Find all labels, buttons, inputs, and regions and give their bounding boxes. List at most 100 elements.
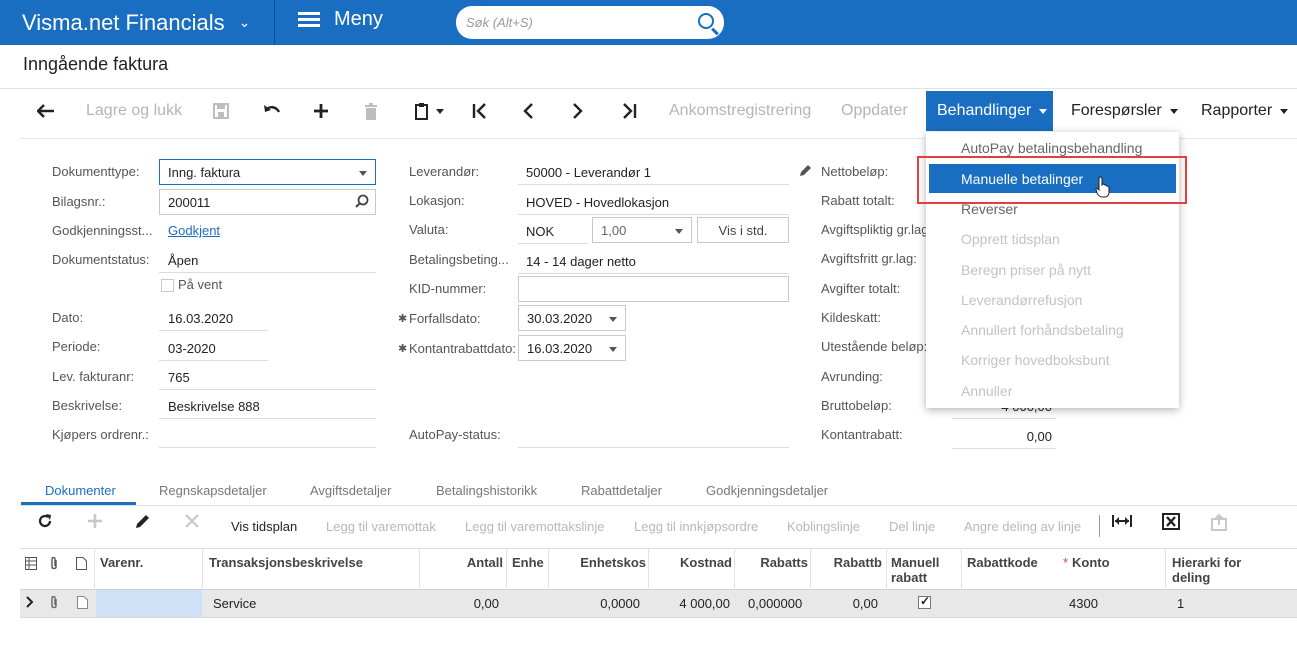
due-date-field[interactable]: 30.03.2020 xyxy=(518,305,626,331)
app-switcher[interactable]: Visma.net Financials ⌄ xyxy=(0,0,275,45)
voucher-field[interactable]: 200011 xyxy=(159,189,376,215)
edit-icon[interactable] xyxy=(799,164,812,180)
add-receipt-button[interactable]: Legg til varemottak xyxy=(326,519,436,534)
undo-split-button[interactable]: Angre deling av linje xyxy=(964,519,1081,534)
hierarchy-cell[interactable]: 1 xyxy=(1177,596,1184,611)
date-value[interactable]: 16.03.2020 xyxy=(168,311,233,326)
column-separator xyxy=(506,549,507,591)
currency-value[interactable]: NOK xyxy=(526,224,554,239)
upload-icon[interactable] xyxy=(1210,513,1228,537)
unit-cost-cell[interactable]: 0,0000 xyxy=(546,596,640,611)
col-hierarchy[interactable]: Hierarki for deling xyxy=(1172,555,1252,585)
description-value[interactable]: Beskrivelse 888 xyxy=(168,399,260,414)
due-date-label: Forfallsdato: xyxy=(409,311,481,326)
col-discount-pct[interactable]: Rabatts xyxy=(738,555,808,570)
first-record-icon[interactable] xyxy=(472,89,488,133)
menu-label: Meny xyxy=(334,8,383,30)
col-discount-amount[interactable]: Rabattb xyxy=(814,555,882,570)
fit-columns-icon[interactable] xyxy=(1112,513,1132,535)
copy-paste-icon[interactable] xyxy=(414,89,444,133)
chevron-down-icon xyxy=(609,317,617,322)
rate-select[interactable]: 1,00 xyxy=(592,217,692,243)
col-account[interactable]: Konto xyxy=(1072,555,1110,570)
export-excel-icon[interactable] xyxy=(1162,513,1180,536)
delete-row-icon[interactable] xyxy=(184,513,200,535)
back-icon[interactable] xyxy=(37,89,55,133)
required-marker: ✱ xyxy=(398,343,408,355)
field-underline xyxy=(159,330,268,331)
kid-field[interactable] xyxy=(518,276,789,302)
approval-link[interactable]: Godkjent xyxy=(168,223,220,238)
inquiries-menu-button[interactable]: Forespørsler xyxy=(1071,89,1178,133)
link-line-button[interactable]: Koblingslinje xyxy=(787,519,860,534)
add-receipt-line-button[interactable]: Legg til varemottakslinje xyxy=(465,519,604,534)
location-value[interactable]: HOVED - Hovedlokasjon xyxy=(526,195,669,210)
attachment-icon[interactable] xyxy=(49,595,59,613)
supplier-value[interactable]: 50000 - Leverandør 1 xyxy=(526,165,651,180)
reports-menu-button[interactable]: Rapporter xyxy=(1201,89,1289,133)
add-icon[interactable] xyxy=(313,89,329,133)
col-quantity[interactable]: Antall xyxy=(424,555,503,570)
supplier-invoice-value[interactable]: 765 xyxy=(168,370,190,385)
col-cost[interactable]: Kostnad xyxy=(652,555,732,570)
col-unit[interactable]: Enhe xyxy=(512,555,544,570)
cash-discount-value[interactable]: 0,00 xyxy=(960,429,1052,444)
field-underline xyxy=(159,360,268,361)
view-std-button[interactable]: Vis i std. xyxy=(697,217,789,243)
search-icon[interactable] xyxy=(355,194,369,211)
tab-accounting-details[interactable]: Regnskapsdetaljer xyxy=(159,483,267,498)
last-record-icon[interactable] xyxy=(621,89,637,133)
add-row-icon[interactable] xyxy=(87,513,103,535)
autopay-status-label: AutoPay-status: xyxy=(409,427,501,442)
manual-discount-checkbox[interactable] xyxy=(918,594,931,609)
note-icon[interactable] xyxy=(77,596,88,612)
account-cell[interactable]: 4300 xyxy=(1069,596,1098,611)
description-cell[interactable]: Service xyxy=(213,596,256,611)
undo-icon[interactable] xyxy=(263,89,281,133)
item-no-cell[interactable] xyxy=(96,590,202,617)
show-schedule-button[interactable]: Vis tidsplan xyxy=(231,519,297,534)
column-separator xyxy=(810,549,811,591)
save-close-button[interactable]: Lagre og lukk xyxy=(86,89,182,133)
menu-item-autopay[interactable]: AutoPay betalingsbehandling xyxy=(961,140,1142,156)
tab-documents[interactable]: Dokumenter xyxy=(45,483,116,498)
add-purchase-order-button[interactable]: Legg til innkjøpsordre xyxy=(634,519,758,534)
cash-discount-date-field[interactable]: 16.03.2020 xyxy=(518,335,626,361)
tab-tax-details[interactable]: Avgiftsdetaljer xyxy=(310,483,391,498)
col-manual-discount[interactable]: Manuell rabatt xyxy=(891,555,961,585)
column-separator xyxy=(734,549,735,591)
field-underline xyxy=(952,448,1056,449)
search-input[interactable]: Søk (Alt+S) xyxy=(456,6,724,39)
split-line-button[interactable]: Del linje xyxy=(889,519,935,534)
update-button[interactable]: Oppdater xyxy=(841,89,908,133)
tab-approval-details[interactable]: Godkjenningsdetaljer xyxy=(706,483,828,498)
discount-pct-cell[interactable]: 0,000000 xyxy=(748,596,802,611)
doc-type-select[interactable]: Inng. faktura xyxy=(159,159,376,185)
discount-total-label: Rabatt totalt: xyxy=(821,193,895,208)
col-discount-code[interactable]: Rabattkode xyxy=(967,555,1038,570)
grid-options-icon[interactable] xyxy=(25,557,37,573)
cost-cell[interactable]: 4 000,00 xyxy=(648,596,730,611)
previous-record-icon[interactable] xyxy=(522,89,534,133)
period-value[interactable]: 03-2020 xyxy=(168,341,216,356)
save-icon[interactable] xyxy=(213,89,229,133)
col-description[interactable]: Transaksjonsbeskrivelse xyxy=(209,555,363,570)
arrival-registration-button[interactable]: Ankomstregistrering xyxy=(669,89,811,133)
edit-row-icon[interactable] xyxy=(135,513,151,535)
col-item-no[interactable]: Varenr. xyxy=(100,555,143,570)
on-hold-checkbox[interactable] xyxy=(161,279,174,292)
search-icon[interactable] xyxy=(698,13,714,29)
quantity-cell[interactable]: 0,00 xyxy=(420,596,499,611)
processing-menu-button[interactable]: Behandlinger xyxy=(926,91,1053,131)
buyer-order-field[interactable] xyxy=(159,447,376,448)
delete-icon[interactable] xyxy=(364,89,378,133)
col-unit-cost[interactable]: Enhetskos xyxy=(552,555,646,570)
discount-amount-cell[interactable]: 0,00 xyxy=(814,596,878,611)
terms-value[interactable]: 14 - 14 dager netto xyxy=(526,254,636,269)
row-expand-icon[interactable] xyxy=(26,596,34,611)
next-record-icon[interactable] xyxy=(572,89,584,133)
menu-button[interactable]: Meny xyxy=(298,8,383,31)
tab-payment-history[interactable]: Betalingshistorikk xyxy=(436,483,537,498)
refresh-icon[interactable] xyxy=(37,513,53,535)
tab-discount-details[interactable]: Rabattdetaljer xyxy=(581,483,662,498)
